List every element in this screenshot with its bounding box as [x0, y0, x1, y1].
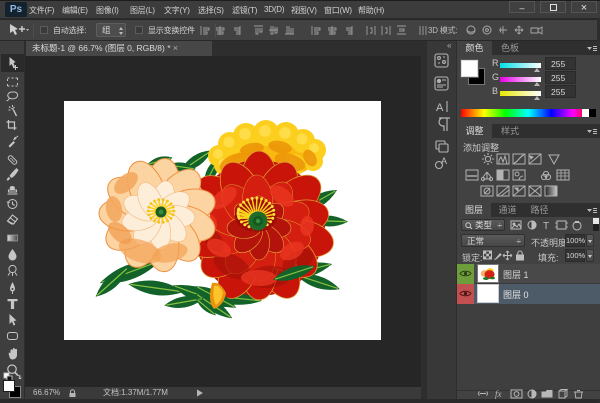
- svg-text:fx: fx: [495, 389, 502, 399]
- svg-text:A: A: [436, 102, 444, 114]
- svg-text:A: A: [441, 156, 447, 166]
- svg-text:T: T: [543, 221, 549, 231]
